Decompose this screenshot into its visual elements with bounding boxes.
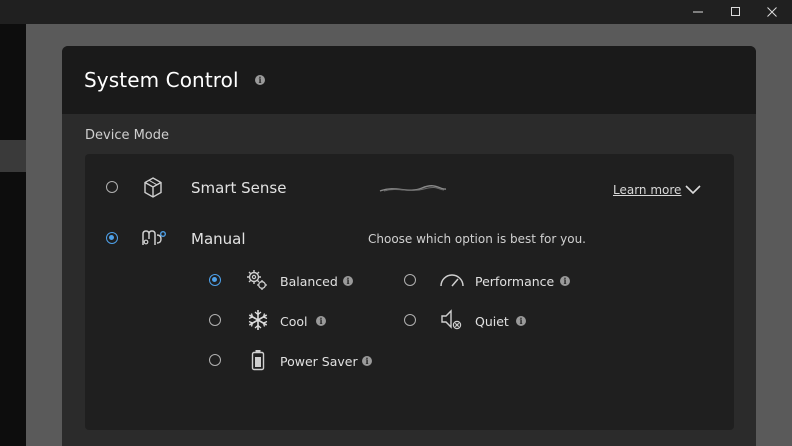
minimize-button[interactable] <box>681 0 715 24</box>
performance-radio[interactable] <box>404 274 416 286</box>
minimize-icon <box>693 11 703 13</box>
manual-radio[interactable] <box>106 232 118 244</box>
system-control-card: System Control i Device Mode Smart Sense… <box>62 46 756 446</box>
smart-sense-wave-graphic <box>379 185 447 192</box>
speedometer-icon <box>440 274 464 287</box>
quiet-radio[interactable] <box>404 314 416 326</box>
manual-label: Manual <box>191 230 246 248</box>
maximize-button[interactable] <box>719 0 753 24</box>
performance-info-icon[interactable]: i <box>560 276 570 286</box>
maximize-icon <box>731 7 740 16</box>
balanced-info-icon[interactable]: i <box>343 276 353 286</box>
speaker-icon <box>441 309 462 330</box>
quiet-label: Quiet <box>475 314 509 329</box>
navigation-selected-item[interactable] <box>0 140 26 172</box>
performance-label: Performance <box>475 274 555 289</box>
balanced-label: Balanced <box>280 274 338 289</box>
cool-label: Cool <box>280 314 308 329</box>
power-saver-radio[interactable] <box>209 354 221 366</box>
page-title: System Control i <box>84 68 266 92</box>
close-icon <box>767 7 777 17</box>
manual-icon <box>142 230 167 245</box>
close-button[interactable] <box>755 0 789 24</box>
device-mode-panel: Smart Sense Learn more Manual Choose whi… <box>85 154 734 430</box>
snowflake-icon <box>248 310 268 330</box>
chevron-down-icon[interactable] <box>685 185 701 195</box>
info-icon[interactable]: i <box>255 75 266 85</box>
power-saver-label: Power Saver <box>280 354 358 369</box>
navigation-pane <box>0 24 26 446</box>
window-titlebar <box>0 0 792 24</box>
quiet-info-icon[interactable]: i <box>516 316 526 326</box>
smart-sense-label: Smart Sense <box>191 179 287 197</box>
cool-radio[interactable] <box>209 314 221 326</box>
device-mode-label: Device Mode <box>85 128 170 143</box>
page-title-text: System Control <box>84 68 239 92</box>
card-header: System Control i <box>62 46 756 114</box>
cube-icon <box>144 177 162 198</box>
gears-icon <box>247 270 267 290</box>
smart-sense-radio[interactable] <box>106 181 118 193</box>
battery-icon <box>251 350 265 371</box>
balanced-radio[interactable] <box>209 274 221 286</box>
power-saver-info-icon[interactable]: i <box>362 356 372 366</box>
learn-more-link[interactable]: Learn more <box>613 183 681 197</box>
cool-info-icon[interactable]: i <box>316 316 326 326</box>
manual-hint: Choose which option is best for you. <box>368 232 586 246</box>
